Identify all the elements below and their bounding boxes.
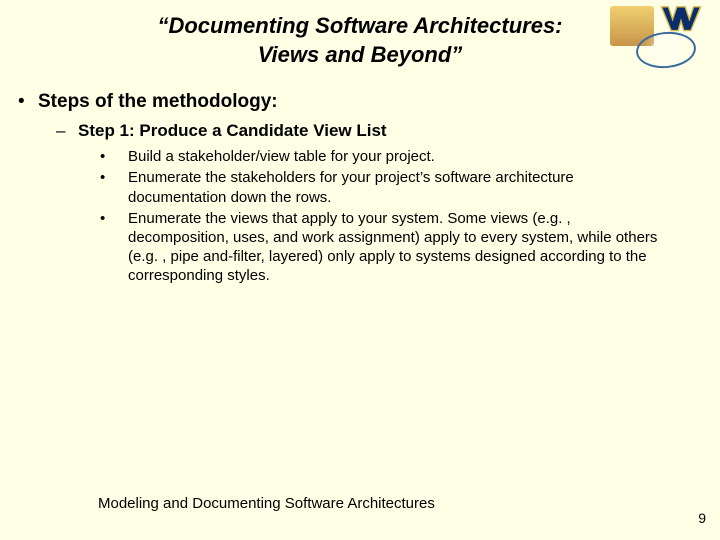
step-title: Step 1: Produce a Candidate View List: [78, 121, 698, 141]
slide: “Documenting Software Architectures: Vie…: [0, 0, 720, 540]
wvu-logo-icon: [660, 4, 702, 32]
sub-bullet: Enumerate the stakeholders for your proj…: [128, 168, 668, 206]
heading-bullet: Steps of the methodology:: [36, 91, 698, 113]
footer-text: Modeling and Documenting Software Archit…: [98, 495, 435, 512]
page-number: 9: [698, 510, 706, 526]
logo-area: [610, 4, 702, 74]
slide-title: “Documenting Software Architectures: Vie…: [145, 12, 575, 69]
sub-bullet: Build a stakeholder/view table for your …: [128, 147, 668, 166]
sub-bullet: Enumerate the views that apply to your s…: [128, 209, 668, 286]
